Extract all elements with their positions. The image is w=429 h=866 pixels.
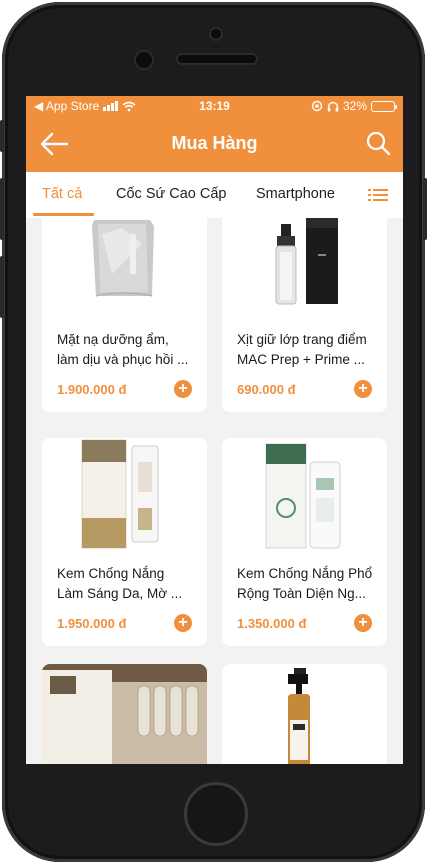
header: Mua Hàng: [26, 116, 403, 172]
add-to-cart-button[interactable]: +: [354, 380, 372, 398]
tab-smartphone[interactable]: Smartphone: [256, 186, 335, 202]
app-screen: ◀ App Store 13:19 32% Mua Hàng Tất cả Cố…: [26, 96, 403, 764]
product-image-pigment-zero: [81, 439, 159, 549]
product-price: 1.350.000 đ: [237, 616, 307, 631]
mute-switch: [0, 120, 4, 152]
front-sensor: [211, 29, 221, 39]
product-image-sunscreen: [265, 443, 341, 549]
product-price: 1.900.000 đ: [57, 382, 127, 397]
product-card[interactable]: [222, 664, 387, 764]
tab-all[interactable]: Tất cả: [42, 186, 82, 202]
front-camera: [136, 52, 152, 68]
clock: 13:19: [199, 99, 230, 113]
volume-down-button: [0, 256, 4, 318]
product-name: Kem Chống Nắng Phổ Rộng Toàn Diện Ng...: [237, 566, 373, 601]
status-bar: ◀ App Store 13:19 32%: [26, 96, 403, 116]
search-icon[interactable]: [364, 129, 392, 157]
page-title: Mua Hàng: [171, 133, 258, 153]
product-card[interactable]: Mặt nạ dưỡng ẩm, làm dịu và phục hồi ...…: [42, 218, 207, 412]
tab-premium-mugs[interactable]: Cốc Sứ Cao Cấp: [116, 186, 226, 202]
product-card[interactable]: [42, 664, 207, 764]
product-name: Mặt nạ dưỡng ẩm, làm dịu và phục hồi ...: [57, 332, 189, 367]
add-to-cart-button[interactable]: +: [174, 614, 192, 632]
product-name: Kem Chống Nắng Làm Sáng Da, Mờ ...: [57, 566, 183, 601]
product-image-mask-pouch: [92, 220, 154, 297]
product-price: 690.000 đ: [237, 382, 296, 397]
volume-up-button: [0, 178, 4, 240]
product-card[interactable]: Kem Chống Nắng Phổ Rộng Toàn Diện Ng... …: [222, 438, 387, 646]
product-card[interactable]: Kem Chống Nắng Làm Sáng Da, Mờ ... 1.950…: [42, 438, 207, 646]
list-menu-icon[interactable]: [368, 187, 388, 203]
product-image-mac-spray: [275, 218, 338, 305]
active-tab-indicator: [33, 213, 94, 216]
product-grid: Mặt nạ dưỡng ẩm, làm dịu và phục hồi ...…: [26, 218, 403, 764]
product-name: Xịt giữ lớp trang điểm MAC Prep + Prime …: [237, 332, 367, 367]
product-image-ampoules: [42, 664, 207, 764]
category-tabs: Tất cả Cốc Sứ Cao Cấp Smartphone: [26, 172, 403, 218]
product-price: 1.950.000 đ: [57, 616, 127, 631]
battery-icon: [371, 100, 397, 112]
add-to-cart-button[interactable]: +: [354, 614, 372, 632]
product-card[interactable]: Xịt giữ lớp trang điểm MAC Prep + Prime …: [222, 218, 387, 412]
power-button: [423, 178, 427, 240]
product-image-gigi-bottle: [288, 668, 310, 764]
home-button[interactable]: [184, 782, 248, 846]
add-to-cart-button[interactable]: +: [174, 380, 192, 398]
earpiece-speaker: [178, 55, 256, 63]
